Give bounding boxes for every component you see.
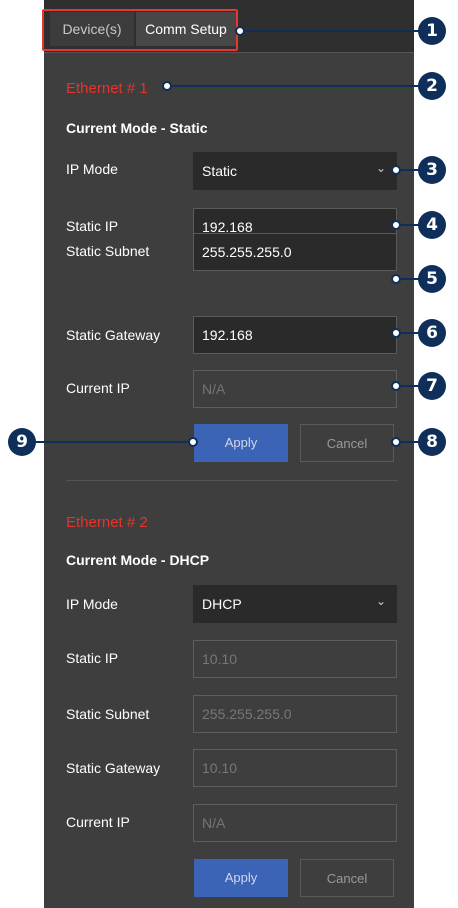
ethernet-2-ip-mode-value: DHCP <box>202 596 242 612</box>
ethernet-2-ip-mode-label: IP Mode <box>66 596 118 612</box>
ethernet-2-title: Ethernet # 2 <box>66 514 148 531</box>
callout-5-leader <box>400 278 419 280</box>
callout-9-anchor <box>188 437 198 447</box>
ethernet-2-cancel-button[interactable]: Cancel <box>300 859 394 897</box>
callout-5-badge: 5 <box>418 265 446 293</box>
tab-highlight-box <box>42 9 238 51</box>
callout-8-badge: 8 <box>418 428 446 456</box>
ethernet-1-current-ip-label: Current IP <box>66 380 130 396</box>
ethernet-2-static-ip-field <box>193 640 397 678</box>
ethernet-1-current-mode: Current Mode - Static <box>66 120 208 136</box>
ethernet-2-current-ip-field <box>193 804 397 842</box>
callout-2-leader <box>171 85 419 87</box>
callout-6-leader <box>400 332 419 334</box>
ethernet-1-cancel-button[interactable]: Cancel <box>300 424 394 462</box>
callout-8-leader <box>400 441 419 443</box>
ethernet-2-ip-mode-select[interactable]: DHCP ⌄ <box>193 585 397 623</box>
callout-3-leader <box>400 169 419 171</box>
callout-9-badge: 9 <box>8 428 36 456</box>
callout-1-badge: 1 <box>418 17 446 45</box>
callout-4-leader <box>400 224 419 226</box>
chevron-down-icon: ⌄ <box>375 161 386 175</box>
callout-4-badge: 4 <box>418 211 446 239</box>
callout-7-badge: 7 <box>418 372 446 400</box>
ethernet-1-static-ip-label: Static IP <box>66 218 119 234</box>
ethernet-2-apply-button[interactable]: Apply <box>194 859 288 897</box>
ethernet-1-current-ip-field <box>193 370 397 408</box>
ethernet-1-apply-button[interactable]: Apply <box>194 424 288 462</box>
ethernet-1-static-subnet-label: Static Subnet <box>66 243 150 259</box>
ethernet-2-static-subnet-label: Static Subnet <box>66 706 150 722</box>
ethernet-2-current-ip-label: Current IP <box>66 814 130 830</box>
ethernet-2-static-subnet-field <box>193 695 397 733</box>
ethernet-1-static-gateway-label: Static Gateway <box>66 327 161 343</box>
ethernet-1-ip-mode-label: IP Mode <box>66 161 118 177</box>
callout-3-badge: 3 <box>418 156 446 184</box>
callout-2-badge: 2 <box>418 72 446 100</box>
ethernet-2-current-mode: Current Mode - DHCP <box>66 552 210 568</box>
ethernet-2-static-gateway-field <box>193 749 397 787</box>
ethernet-1-static-gateway-field[interactable] <box>193 316 397 354</box>
chevron-down-icon: ⌄ <box>375 594 386 608</box>
ethernet-2-static-ip-label: Static IP <box>66 650 119 666</box>
ethernet-2-static-gateway-label: Static Gateway <box>66 760 161 776</box>
callout-1-leader <box>244 30 420 32</box>
ethernet-1-ip-mode-select[interactable]: Static ⌄ <box>193 152 397 190</box>
section-divider <box>66 480 398 481</box>
callout-7-leader <box>400 385 419 387</box>
callout-9-leader <box>34 441 190 443</box>
ethernet-1-static-subnet-field[interactable] <box>193 233 397 271</box>
ethernet-1-ip-mode-value: Static <box>202 163 238 179</box>
ethernet-1-title: Ethernet # 1 <box>66 80 148 97</box>
callout-6-badge: 6 <box>418 319 446 347</box>
